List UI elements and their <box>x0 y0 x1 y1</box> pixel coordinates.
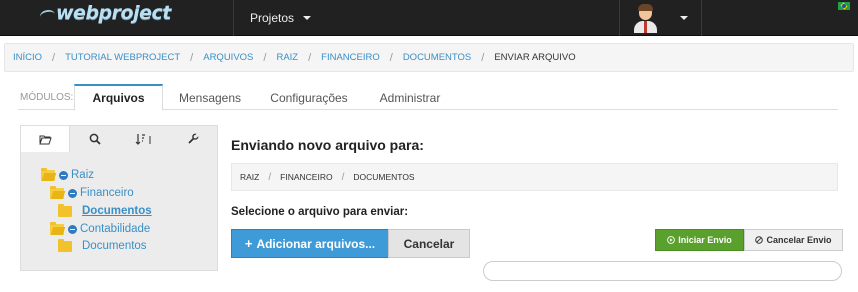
folder-tree: Raiz Financeiro Documentos Contabilidade… <box>21 151 217 270</box>
tree-node-documentos-selected[interactable]: Documentos <box>58 203 152 218</box>
projects-menu[interactable]: Projetos <box>234 0 334 36</box>
tree-node-label: Contabilidade <box>80 223 151 235</box>
collapse-icon[interactable] <box>68 224 77 234</box>
tab-arquivos[interactable]: Arquivos <box>74 84 163 111</box>
breadcrumb-item[interactable]: TUTORIAL WEBPROJECT <box>65 52 180 63</box>
add-files-button[interactable]: + Adicionar arquivos... <box>231 229 389 258</box>
tree-toolbar <box>21 126 217 152</box>
search-icon[interactable] <box>70 126 119 151</box>
breadcrumb-current: ENVIAR ARQUIVO <box>494 52 576 63</box>
tab-configuracoes[interactable]: Configurações <box>258 84 360 111</box>
path-separator: / <box>268 171 272 183</box>
plus-icon: + <box>244 236 253 251</box>
logo-text: webproject <box>56 2 171 24</box>
path-segment: RAIZ <box>240 172 260 182</box>
play-circle-icon <box>667 236 676 244</box>
breadcrumb-item[interactable]: DOCUMENTOS <box>403 52 471 63</box>
folder-open-icon <box>41 167 55 181</box>
path-separator: / <box>341 171 345 183</box>
language-flag-icon[interactable] <box>838 2 850 10</box>
cancel-upload-label: Cancelar Envio <box>766 235 832 245</box>
breadcrumb-item[interactable]: RAIZ <box>276 52 298 63</box>
tree-node-contabilidade[interactable]: Contabilidade <box>50 221 151 236</box>
tree-node-raiz[interactable]: Raiz <box>41 167 95 182</box>
wrench-icon[interactable] <box>168 126 217 151</box>
folder-icon <box>58 238 72 252</box>
folder-open-icon[interactable] <box>21 126 70 152</box>
tree-node-documentos[interactable]: Documentos <box>58 238 147 253</box>
navbar-divider <box>701 0 702 36</box>
user-menu[interactable] <box>620 0 701 36</box>
breadcrumb-separator: / <box>52 51 56 64</box>
breadcrumb-separator: / <box>263 51 267 64</box>
upload-progress-bar <box>483 261 842 281</box>
tree-node-label: Financeiro <box>80 187 134 199</box>
add-files-button-label: Adicionar arquivos... <box>256 236 376 251</box>
tree-node-label: Documentos <box>82 240 147 252</box>
logo-swoosh-icon <box>40 7 56 20</box>
tree-node-label: Documentos <box>82 205 152 217</box>
breadcrumb-separator: / <box>308 51 312 64</box>
projects-menu-label: Projetos <box>250 11 295 25</box>
breadcrumb-item[interactable]: INÍCIO <box>13 52 42 63</box>
collapse-icon[interactable] <box>59 170 68 180</box>
target-path: RAIZ / FINANCEIRO / DOCUMENTOS <box>231 163 838 191</box>
breadcrumb-separator: / <box>190 51 194 64</box>
breadcrumb-item[interactable]: ARQUIVOS <box>203 52 253 63</box>
cancel-button[interactable]: Cancelar <box>388 229 470 258</box>
breadcrumb: INÍCIO / TUTORIAL WEBPROJECT / ARQUIVOS … <box>4 43 854 72</box>
top-navbar: webproject Projetos <box>0 0 858 36</box>
chevron-down-icon <box>303 16 312 20</box>
page-title: Enviando novo arquivo para: <box>231 137 424 153</box>
chevron-down-icon <box>680 16 688 20</box>
breadcrumb-separator: / <box>389 51 393 64</box>
tab-administrar[interactable]: Administrar <box>368 84 452 111</box>
cancel-upload-button[interactable]: Cancelar Envio <box>744 229 843 251</box>
ban-icon <box>755 236 764 244</box>
tree-node-label: Raiz <box>71 169 95 181</box>
avatar <box>633 3 657 33</box>
modules-label: MÓDULOS: <box>20 92 74 103</box>
folder-open-icon <box>50 221 64 235</box>
start-upload-button[interactable]: Iniciar Envio <box>655 229 744 251</box>
start-upload-label: Iniciar Envio <box>678 235 732 245</box>
module-tabs: MÓDULOS: Arquivos Mensagens Configuraçõe… <box>18 84 838 111</box>
collapse-icon[interactable] <box>68 188 77 198</box>
logo[interactable]: webproject <box>40 0 171 26</box>
breadcrumb-separator: / <box>481 51 485 64</box>
sort-icon[interactable] <box>119 126 168 151</box>
folder-open-icon <box>50 185 64 199</box>
path-segment: FINANCEIRO <box>280 172 333 182</box>
folder-icon <box>58 203 72 217</box>
tab-mensagens[interactable]: Mensagens <box>168 84 252 111</box>
folder-tree-panel: Raiz Financeiro Documentos Contabilidade… <box>20 125 218 271</box>
breadcrumb-item[interactable]: FINANCEIRO <box>321 52 380 63</box>
tree-node-financeiro[interactable]: Financeiro <box>50 185 134 200</box>
select-file-label: Selecione o arquivo para enviar: <box>231 206 409 218</box>
path-segment: DOCUMENTOS <box>353 172 415 182</box>
